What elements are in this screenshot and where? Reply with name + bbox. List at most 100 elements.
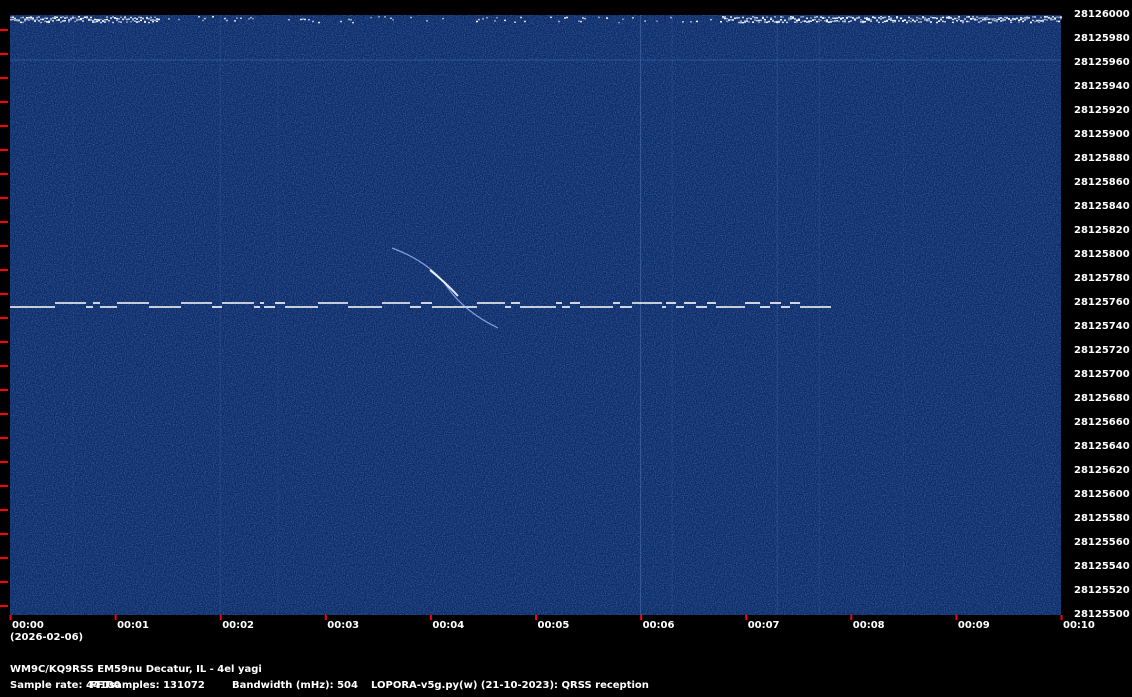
noise-speck (102, 20, 104, 23)
noise-speck (838, 16, 840, 19)
noise-speck (748, 17, 750, 19)
noise-speck (152, 19, 154, 21)
x-tick-label: 00:03 (327, 620, 360, 631)
noise-speck (348, 18, 350, 21)
noise-speck (958, 18, 960, 21)
noise-speck (802, 20, 804, 23)
noise-speck (74, 16, 76, 19)
noise-speck (204, 17, 206, 20)
noise-speck (880, 18, 882, 20)
noise-speck (168, 18, 170, 20)
noise-speck (762, 16, 764, 19)
noise-speck (828, 16, 830, 19)
noise-speck (82, 20, 84, 22)
noise-speck (860, 21, 862, 23)
noise-speck (80, 18, 82, 20)
noise-speck (858, 16, 860, 18)
noise-speck (1058, 16, 1060, 19)
noise-speck (822, 16, 824, 19)
noise-speck (20, 17, 22, 19)
noise-speck (746, 18, 748, 20)
noise-speck (978, 21, 980, 23)
noise-speck (838, 20, 840, 23)
noise-speck (890, 19, 892, 21)
x-tick-label: 00:08 (852, 620, 885, 631)
noise-speck (756, 19, 758, 22)
noise-speck (226, 19, 228, 22)
noise-speck (240, 17, 242, 20)
noise-speck (1000, 20, 1002, 22)
noise-speck (1010, 21, 1012, 24)
x-tick-label: 00:04 (432, 620, 465, 631)
noise-speck (124, 17, 126, 20)
noise-speck (846, 17, 848, 19)
noise-speck (824, 17, 826, 19)
noise-speck (58, 19, 60, 22)
noise-speck (914, 20, 916, 23)
noise-speck (740, 20, 742, 22)
y-tick-label: 28125860 (1074, 177, 1130, 188)
noise-speck (726, 17, 728, 20)
noise-speck (288, 18, 290, 21)
noise-speck (832, 20, 834, 23)
noise-speck (94, 21, 96, 23)
noise-speck (722, 16, 724, 18)
noise-speck (786, 21, 788, 23)
noise-speck (874, 17, 876, 19)
noise-speck (178, 18, 180, 21)
noise-speck (36, 16, 38, 19)
noise-speck (1042, 20, 1044, 23)
noise-speck (866, 18, 868, 21)
noise-speck (818, 20, 820, 23)
noise-speck (392, 18, 394, 21)
date-label: (2026-02-06) (10, 632, 84, 643)
noise-speck (1046, 19, 1048, 21)
noise-speck (28, 16, 30, 19)
noise-speck (834, 17, 836, 20)
noise-speck (756, 17, 758, 19)
noise-speck (318, 21, 320, 24)
y-tick-label: 28125880 (1074, 153, 1130, 164)
noise-speck (36, 18, 38, 21)
noise-speck (644, 20, 646, 22)
noise-speck (828, 21, 830, 23)
noise-speck (764, 21, 766, 23)
noise-speck (370, 16, 372, 19)
noise-speck (814, 18, 816, 21)
noise-speck (966, 16, 968, 18)
noise-speck (892, 19, 894, 22)
noise-speck (148, 21, 150, 24)
noise-speck (964, 18, 966, 21)
noise-speck (14, 19, 16, 22)
noise-speck (814, 16, 816, 19)
noise-speck (96, 18, 98, 21)
noise-speck (848, 16, 850, 18)
noise-speck (134, 17, 136, 19)
noise-speck (1030, 21, 1032, 24)
noise-speck (994, 20, 996, 22)
noise-speck (972, 17, 974, 20)
noise-speck (944, 21, 946, 23)
noise-speck (862, 20, 864, 23)
noise-speck (120, 21, 122, 23)
x-tick-label: 00:06 (642, 620, 675, 631)
noise-speck (946, 16, 948, 18)
noise-speck (70, 18, 72, 21)
noise-speck (128, 18, 130, 20)
noise-speck (730, 16, 732, 18)
noise-speck (990, 21, 992, 24)
noise-speck (72, 17, 74, 19)
noise-speck (878, 21, 880, 24)
noise-speck (124, 16, 126, 18)
noise-speck (740, 21, 742, 24)
noise-speck (1034, 20, 1036, 23)
noise-speck (816, 20, 818, 23)
noise-speck (126, 18, 128, 21)
noise-speck (956, 17, 958, 20)
noise-speck (120, 16, 122, 19)
noise-speck (782, 21, 784, 24)
noise-speck (1040, 20, 1042, 22)
noise-speck (730, 18, 732, 21)
noise-speck (952, 21, 954, 24)
noise-speck (152, 20, 154, 23)
